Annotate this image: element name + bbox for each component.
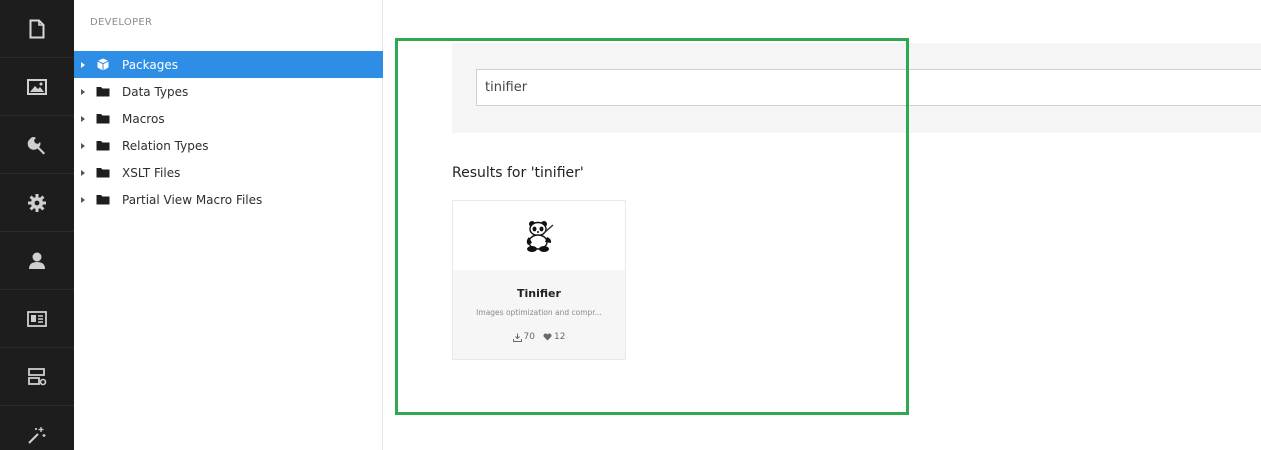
- rail-settings[interactable]: [0, 116, 74, 174]
- package-card-tinifier[interactable]: Tinifier Images optimization and compr..…: [452, 200, 626, 360]
- forms-icon: [28, 367, 47, 385]
- folder-icon: [94, 85, 111, 98]
- package-stats: 70 12: [453, 332, 625, 342]
- download-count-value: 70: [523, 332, 535, 342]
- expand-caret-icon[interactable]: [81, 196, 85, 203]
- gear-icon: [28, 193, 46, 212]
- tree-item-label: Packages: [122, 57, 178, 72]
- tree-item-packages[interactable]: Packages: [74, 51, 383, 78]
- like-count-value: 12: [554, 332, 566, 342]
- heart-icon: [543, 333, 552, 341]
- tree-item-macros[interactable]: Macros: [74, 105, 383, 132]
- folder-icon: [94, 166, 111, 179]
- content-icon: [29, 19, 45, 38]
- folder-icon: [94, 139, 111, 152]
- rail-media[interactable]: [0, 58, 74, 116]
- tree-item-partial-view-macro-files[interactable]: Partial View Macro Files: [74, 186, 383, 213]
- rail-translation[interactable]: [0, 406, 74, 450]
- results-title: Results for 'tinifier': [452, 165, 584, 181]
- tree-item-relation-types[interactable]: Relation Types: [74, 132, 383, 159]
- rail-content[interactable]: [0, 0, 74, 58]
- tree-item-label: XSLT Files: [122, 165, 181, 180]
- tree-list: Packages Data Types Macros Relation Type…: [74, 51, 383, 213]
- expand-caret-icon[interactable]: [81, 88, 85, 95]
- tree-item-label: Data Types: [122, 84, 189, 99]
- package-icon: [94, 58, 111, 71]
- tree-item-label: Relation Types: [122, 138, 209, 153]
- user-icon: [29, 252, 45, 269]
- tree-item-xslt-files[interactable]: XSLT Files: [74, 159, 383, 186]
- magic-wand-icon: [28, 426, 46, 444]
- tree-item-data-types[interactable]: Data Types: [74, 78, 383, 105]
- package-card-image: [453, 201, 625, 270]
- download-icon: [512, 333, 522, 342]
- section-rail: [0, 0, 74, 450]
- expand-caret-icon[interactable]: [81, 142, 85, 149]
- tree-item-label: Macros: [122, 111, 165, 126]
- rail-members[interactable]: [0, 290, 74, 348]
- package-name: Tinifier: [517, 287, 561, 300]
- expand-caret-icon[interactable]: [81, 61, 85, 68]
- wrench-icon: [27, 136, 45, 154]
- tree-item-label: Partial View Macro Files: [122, 192, 263, 207]
- package-search-input[interactable]: [476, 69, 1261, 106]
- like-count: 12: [543, 332, 565, 342]
- download-count: 70: [512, 332, 535, 342]
- rail-developer[interactable]: [0, 174, 74, 232]
- member-card-icon: [27, 310, 47, 327]
- rail-forms[interactable]: [0, 348, 74, 406]
- expand-caret-icon[interactable]: [81, 115, 85, 122]
- folder-icon: [94, 112, 111, 125]
- folder-icon: [94, 193, 111, 206]
- package-description: Images optimization and compr...: [476, 308, 602, 317]
- tree-panel: DEVELOPER Packages Data Types Macros Rel…: [74, 0, 383, 450]
- tree-section-title: DEVELOPER: [90, 17, 153, 28]
- media-icon: [27, 78, 47, 95]
- panda-logo: [526, 220, 554, 252]
- rail-users[interactable]: [0, 232, 74, 290]
- expand-caret-icon[interactable]: [81, 169, 85, 176]
